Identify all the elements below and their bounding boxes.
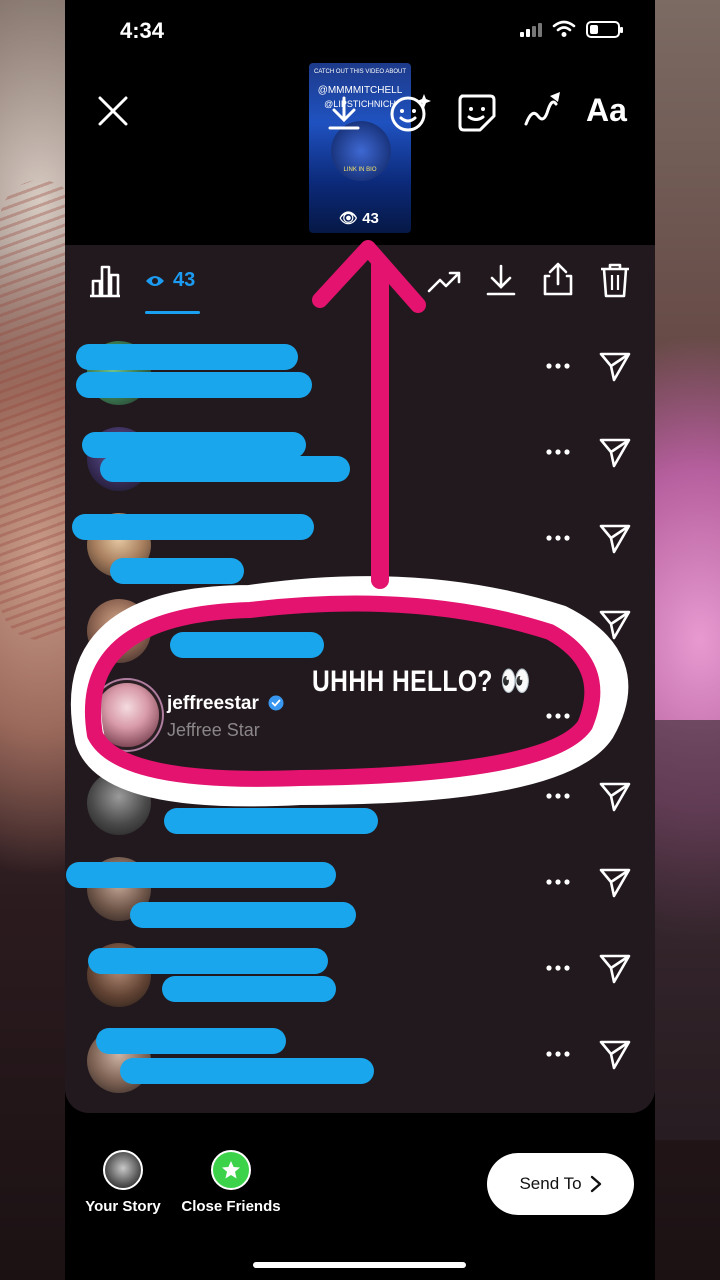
battery-icon: [586, 20, 623, 38]
send-message-icon[interactable]: [598, 1037, 632, 1071]
more-options-icon[interactable]: [545, 619, 571, 629]
background-shadow: [650, 720, 720, 1140]
send-message-icon[interactable]: [598, 521, 632, 555]
sticker-icon[interactable]: [454, 90, 498, 134]
redaction-scribble: [88, 948, 328, 974]
your-story-avatar: [103, 1150, 143, 1190]
delete-icon[interactable]: [598, 261, 632, 299]
cellular-signal-icon: [520, 21, 542, 37]
chevron-right-icon: [590, 1175, 601, 1193]
wifi-icon: [552, 20, 576, 37]
redaction-scribble: [100, 456, 350, 482]
viewer-row[interactable]: [65, 587, 655, 673]
eye-icon: [146, 276, 164, 286]
trending-icon[interactable]: [426, 265, 462, 297]
more-options-icon[interactable]: [545, 447, 571, 457]
home-indicator[interactable]: [253, 1262, 466, 1268]
close-friends-button[interactable]: Close Friends: [166, 1150, 296, 1215]
share-icon[interactable]: [540, 260, 576, 298]
more-options-icon[interactable]: [545, 877, 571, 887]
thumb-link-text: LINK IN BIO: [343, 167, 377, 173]
download-icon[interactable]: [483, 262, 519, 298]
insights-icon[interactable]: [87, 263, 123, 299]
more-options-icon[interactable]: [545, 963, 571, 973]
send-to-label: Send To: [519, 1174, 582, 1193]
thumb-caption: CATCH OUT THIS VIDEO ABOUT: [313, 69, 406, 75]
close-icon[interactable]: [96, 94, 130, 128]
send-message-icon[interactable]: [598, 865, 632, 899]
views-tab-underline: [145, 311, 200, 314]
more-options-icon[interactable]: [545, 533, 571, 543]
avatar[interactable]: [87, 599, 151, 663]
send-message-icon[interactable]: [598, 349, 632, 383]
more-options-icon[interactable]: [545, 711, 571, 721]
send-message-icon[interactable]: [598, 951, 632, 985]
text-tool-button[interactable]: Aa: [586, 92, 627, 129]
avatar[interactable]: [87, 771, 151, 835]
story-thumbnail[interactable]: CATCH OUT THIS VIDEO ABOUT @MMMMITCHELL …: [309, 63, 411, 233]
send-message-icon[interactable]: [598, 435, 632, 469]
viewers-header: 43: [65, 245, 655, 315]
redaction-scribble: [120, 1058, 374, 1084]
redaction-scribble: [76, 372, 312, 398]
redaction-scribble: [96, 1028, 286, 1054]
avatar[interactable]: [95, 683, 159, 747]
thumb-view-count: 👁 43: [339, 210, 379, 227]
send-to-button[interactable]: Send To: [487, 1153, 634, 1215]
redaction-scribble: [170, 632, 324, 658]
redaction-scribble: [162, 976, 336, 1002]
more-options-icon[interactable]: [545, 791, 571, 801]
redaction-scribble: [76, 344, 298, 370]
redaction-scribble: [82, 432, 306, 458]
annotation-text: UHHH HELLO? 👀: [312, 665, 532, 698]
status-icons: [520, 20, 623, 38]
viewer-fullname: Jeffree Star: [167, 720, 260, 740]
viewer-row[interactable]: [65, 931, 655, 1017]
redaction-scribble: [164, 808, 378, 834]
redaction-scribble: [72, 514, 314, 540]
viewer-name: jeffreestar: [167, 693, 284, 715]
verified-badge-icon: [268, 695, 284, 711]
face-effects-icon[interactable]: [388, 90, 432, 134]
download-overlay-icon: [328, 96, 360, 130]
more-options-icon[interactable]: [545, 361, 571, 371]
close-friends-icon: [211, 1150, 251, 1190]
send-message-icon[interactable]: [598, 607, 632, 641]
send-message-icon[interactable]: [598, 779, 632, 813]
close-friends-label: Close Friends: [181, 1198, 281, 1215]
draw-icon[interactable]: [520, 90, 564, 134]
more-options-icon[interactable]: [545, 1049, 571, 1059]
views-count[interactable]: 43: [173, 269, 195, 292]
redaction-scribble: [110, 558, 244, 584]
status-time: 4:34: [120, 18, 165, 43]
redaction-scribble: [130, 902, 356, 928]
redaction-scribble: [66, 862, 336, 888]
